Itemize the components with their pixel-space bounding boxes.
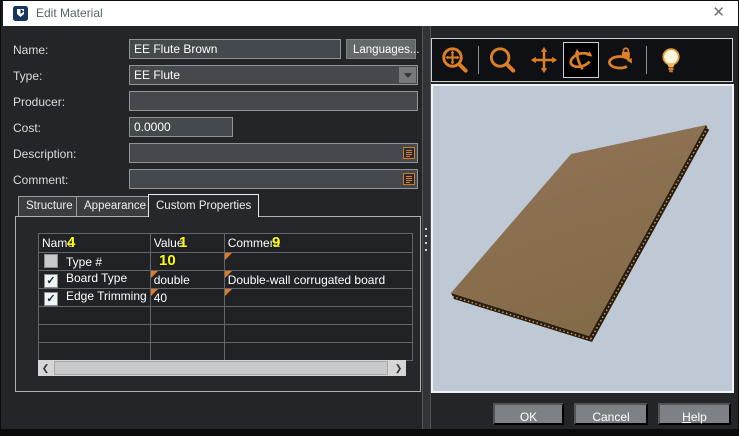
chevron-down-icon[interactable] [399, 67, 416, 83]
type-dropdown[interactable]: EE Flute [129, 65, 418, 85]
cost-value: 0.0000 [134, 120, 171, 134]
row-checkbox[interactable]: ✓ [44, 292, 58, 306]
zoom-button[interactable] [484, 42, 520, 78]
edit-marker-icon [151, 289, 158, 296]
name-label: Name: [13, 43, 48, 57]
prop-value-cell[interactable]: 40 [150, 289, 224, 307]
custom-properties-panel: Name Value Comment Type # ✓ Board Type do… [15, 216, 421, 392]
som-annotation-10: 10 [159, 252, 176, 269]
table-row-empty[interactable] [39, 325, 413, 343]
producer-label: Producer: [13, 95, 65, 109]
cost-label: Cost: [13, 121, 41, 135]
edit-marker-icon [225, 271, 232, 278]
horizontal-scrollbar[interactable]: ❮ ❯ [38, 360, 406, 376]
prop-name: Edge Trimming [66, 289, 147, 303]
close-icon[interactable]: ✕ [712, 4, 725, 22]
som-annotation-1: 1 [179, 234, 187, 251]
col-header-name[interactable]: Name [39, 234, 151, 253]
zoom-extents-icon [440, 45, 470, 75]
table-row[interactable]: ✓ Edge Trimming 40 [39, 289, 413, 307]
table-row[interactable]: ✓ Board Type double Double-wall corrugate… [39, 271, 413, 289]
prop-comment-cell[interactable]: Double-wall corrugated board [224, 271, 412, 289]
table-header-row: Name Value Comment [39, 234, 413, 253]
light-button[interactable] [653, 42, 689, 78]
board-3d-preview [433, 86, 732, 391]
scroll-left-icon[interactable]: ❮ [38, 360, 53, 376]
tab-structure[interactable]: Structure [18, 196, 81, 216]
col-header-comment[interactable]: Comment [224, 234, 412, 253]
prop-value-cell[interactable]: double [150, 271, 224, 289]
tab-appearance[interactable]: Appearance [76, 196, 154, 216]
languages-button[interactable]: Languages... [346, 39, 416, 59]
cost-input[interactable]: 0.0000 [129, 117, 233, 137]
name-value: EE Flute Brown [134, 42, 217, 56]
edit-marker-icon [225, 253, 232, 260]
app-logo-icon [13, 6, 28, 21]
title-bar: Edit Material ✕ [1, 1, 738, 26]
dialog-title: Edit Material [36, 6, 103, 20]
producer-input[interactable] [129, 91, 418, 111]
rotate-lock-icon [605, 45, 635, 75]
row-checkbox[interactable] [44, 254, 58, 268]
table-row-empty[interactable] [39, 307, 413, 325]
table-row-empty[interactable] [39, 343, 413, 361]
panel-splitter[interactable] [422, 26, 431, 431]
prop-value: double [154, 273, 190, 287]
help-button[interactable]: Help [658, 403, 731, 425]
edit-text-icon[interactable] [403, 147, 415, 159]
rotate-button[interactable] [563, 42, 599, 78]
prop-comment-cell[interactable] [224, 253, 412, 271]
toolbar-separator [478, 46, 479, 74]
edit-text-icon[interactable] [403, 173, 415, 185]
som-annotation-9: 9 [272, 234, 280, 251]
description-label: Description: [13, 147, 76, 161]
cancel-button[interactable]: Cancel [574, 403, 648, 425]
light-bulb-icon [656, 45, 686, 75]
scrollbar-thumb[interactable] [54, 361, 388, 375]
edit-material-dialog: Edit Material ✕ Name: EE Flute Brown Lan… [0, 0, 739, 436]
prop-comment-cell[interactable] [224, 289, 412, 307]
ok-button[interactable]: OK [493, 403, 564, 425]
rotate-constrained-button[interactable] [602, 42, 638, 78]
preview-toolbar [431, 38, 733, 82]
zoom-extents-button[interactable] [437, 42, 473, 78]
comment-label: Comment: [13, 173, 68, 187]
edit-marker-icon [151, 271, 158, 278]
prop-name: Board Type [66, 271, 127, 285]
comment-input[interactable] [129, 169, 418, 189]
pan-button[interactable] [526, 42, 562, 78]
som-annotation-4: 4 [67, 234, 75, 251]
row-checkbox[interactable]: ✓ [44, 274, 58, 288]
description-input[interactable] [129, 143, 418, 163]
scroll-right-icon[interactable]: ❯ [391, 360, 406, 376]
edit-marker-icon [225, 289, 232, 296]
type-label: Type: [13, 69, 42, 83]
pan-icon [529, 45, 559, 75]
table-row[interactable]: Type # [39, 253, 413, 271]
toolbar-separator [646, 46, 647, 74]
properties-table: Name Value Comment Type # ✓ Board Type do… [38, 233, 413, 361]
prop-name: Type # [66, 255, 102, 269]
type-value: EE Flute [134, 68, 180, 82]
rotate-icon [566, 45, 596, 75]
prop-comment: Double-wall corrugated board [228, 273, 385, 287]
name-input[interactable]: EE Flute Brown [129, 39, 341, 59]
preview-viewport[interactable] [431, 84, 734, 393]
tab-custom-properties[interactable]: Custom Properties [148, 194, 259, 217]
zoom-icon [487, 45, 517, 75]
window-border [1, 429, 738, 435]
